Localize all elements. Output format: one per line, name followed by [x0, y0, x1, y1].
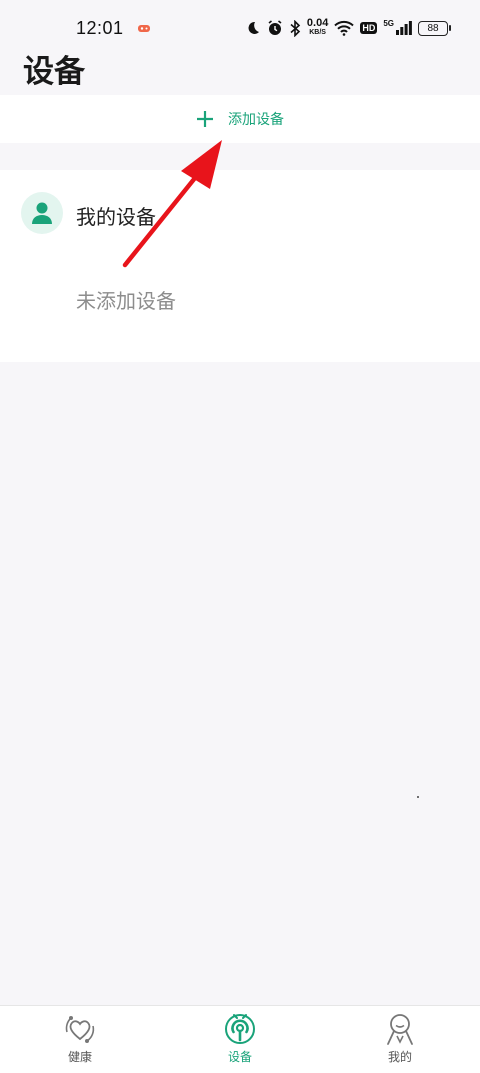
game-app-notification-icon — [137, 24, 150, 32]
wifi-icon — [334, 20, 355, 36]
health-heart-icon — [65, 1016, 95, 1043]
profile-person-icon — [387, 1014, 413, 1045]
alarm-icon — [268, 20, 282, 35]
bottom-tab-bar: 健康 设备 我的 — [0, 1005, 480, 1073]
status-time: 12:01 — [76, 17, 124, 38]
plus-icon — [197, 111, 213, 127]
stray-dot — [417, 796, 419, 798]
moon-icon — [248, 21, 259, 34]
page-title: 设备 — [23, 54, 85, 90]
battery-indicator: 88 — [418, 20, 451, 36]
status-icons: 0.04 KB/S HD 5G 88 — [245, 17, 451, 37]
person-icon — [32, 202, 52, 224]
tab-profile-label: 我的 — [387, 1050, 412, 1064]
bluetooth-icon — [290, 19, 301, 37]
tab-profile[interactable]: 我的 — [320, 1006, 480, 1073]
add-device-button[interactable]: 添加设备 — [0, 95, 480, 143]
user-avatar — [21, 192, 63, 234]
tab-health[interactable]: 健康 — [0, 1006, 160, 1073]
cell-signal-icon — [396, 21, 412, 35]
add-device-label: 添加设备 — [228, 112, 284, 128]
my-devices-card: 我的设备 未添加设备 — [0, 170, 480, 362]
tab-health-label: 健康 — [67, 1050, 92, 1064]
no-device-text: 未添加设备 — [76, 289, 176, 313]
network-speed-unit: KB/S — [309, 29, 326, 36]
network-speed-value: 0.04 — [306, 17, 329, 29]
network-generation: 5G — [383, 18, 394, 28]
hd-voice-badge: HD — [360, 22, 378, 34]
tab-devices-label: 设备 — [227, 1050, 252, 1064]
device-signal-icon — [225, 1014, 255, 1044]
my-devices-title: 我的设备 — [76, 205, 156, 229]
tab-devices[interactable]: 设备 — [160, 1006, 320, 1073]
network-speed: 0.04 KB/S — [306, 17, 329, 37]
